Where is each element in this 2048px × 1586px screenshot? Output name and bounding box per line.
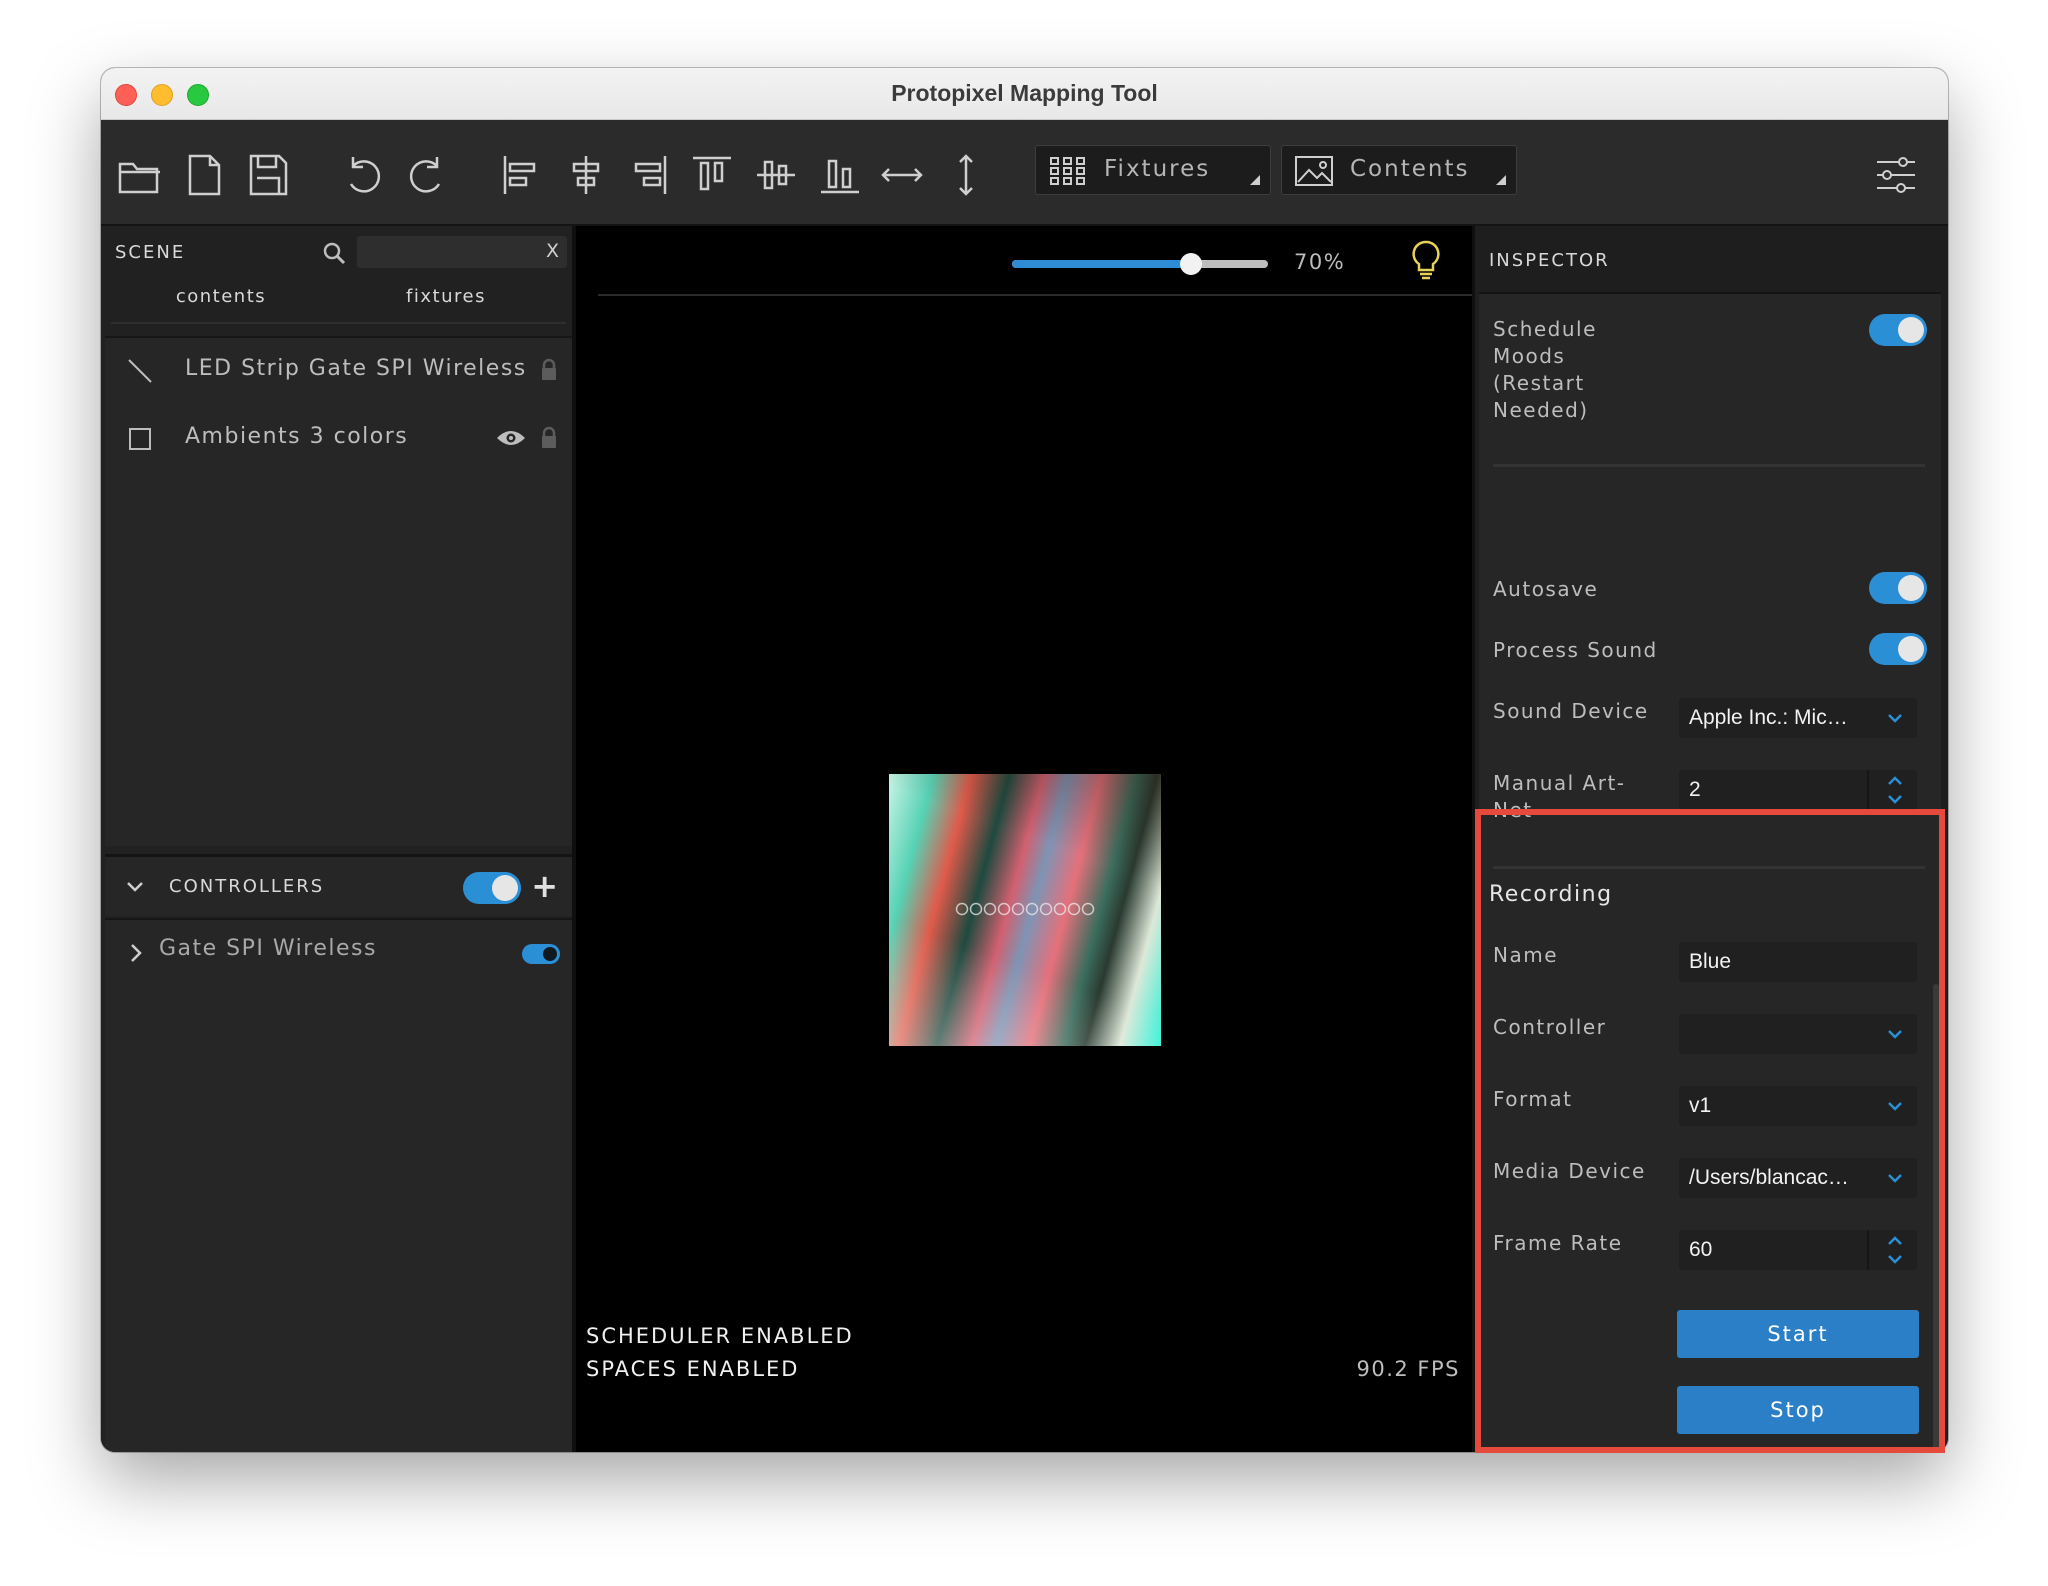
controllers-toggle[interactable] <box>463 872 521 904</box>
manual-artnet-value: 2 <box>1689 778 1701 801</box>
scene-search-input[interactable]: X <box>357 236 567 268</box>
clear-search-button[interactable]: X <box>546 240 559 262</box>
distribute-horizontal-icon[interactable] <box>877 150 927 200</box>
manual-artnet-stepper[interactable]: 2 <box>1679 770 1917 810</box>
dropdown-corner-icon <box>1496 175 1506 185</box>
chevron-right-icon[interactable] <box>127 942 145 964</box>
undo-icon[interactable] <box>339 150 389 200</box>
zoom-slider[interactable] <box>1012 253 1268 275</box>
line-icon <box>127 358 153 384</box>
tab-fixtures[interactable]: fixtures <box>336 286 556 307</box>
controllers-title: CONTROLLERS <box>169 876 325 897</box>
align-right-icon[interactable] <box>623 150 673 200</box>
stepper-arrows-icon[interactable] <box>1887 774 1903 806</box>
fixtures-label: Fixtures <box>1104 156 1211 182</box>
lightbulb-icon[interactable] <box>1410 240 1442 282</box>
autosave-label: Autosave <box>1493 577 1599 601</box>
list-item[interactable]: Gate SPI Wireless <box>105 920 572 984</box>
list-item[interactable]: Ambients 3 colors <box>105 406 572 470</box>
align-left-icon[interactable] <box>497 150 547 200</box>
controller-toggle[interactable] <box>522 944 560 964</box>
controllers-header: CONTROLLERS + <box>105 854 572 916</box>
fixtures-dropdown[interactable]: Fixtures <box>1035 145 1271 195</box>
controller-label: Gate SPI Wireless <box>159 936 377 961</box>
settings-sliders-icon[interactable] <box>1871 150 1921 200</box>
scene-panel: SCENE X contents fixtures LED Strip Gate… <box>101 226 576 1452</box>
align-center-h-icon[interactable] <box>561 150 611 200</box>
sound-device-select[interactable]: Apple Inc.: Mic… <box>1679 698 1917 738</box>
square-icon <box>127 426 153 452</box>
scene-title: SCENE <box>115 242 186 263</box>
title-bar: Protopixel Mapping Tool <box>101 68 1948 120</box>
schedule-moods-toggle[interactable] <box>1869 314 1927 346</box>
content-preview[interactable] <box>889 774 1161 1046</box>
chevron-down-icon[interactable] <box>125 877 145 897</box>
canvas-divider <box>598 294 1472 296</box>
tab-contents[interactable]: contents <box>111 286 331 307</box>
contents-dropdown[interactable]: Contents <box>1281 145 1517 195</box>
add-controller-button[interactable]: + <box>531 867 558 905</box>
contents-label: Contents <box>1350 156 1470 182</box>
scene-list: LED Strip Gate SPI Wireless Ambients 3 c… <box>105 336 572 846</box>
scheduler-status: SCHEDULER ENABLED <box>586 1324 854 1348</box>
sound-device-label: Sound Device <box>1493 699 1649 723</box>
canvas-viewport[interactable]: 70% SCHEDULER ENABLED SPACES ENABLED 90.… <box>576 226 1472 1452</box>
dropdown-corner-icon <box>1250 175 1260 185</box>
grid-icon <box>1048 154 1088 188</box>
scene-tabs: contents fixtures <box>111 278 566 324</box>
list-item-label: LED Strip Gate SPI Wireless <box>185 356 527 381</box>
image-icon <box>1294 154 1334 188</box>
autosave-toggle[interactable] <box>1869 572 1927 604</box>
zoom-label: 70% <box>1294 250 1346 274</box>
align-top-icon[interactable] <box>687 150 737 200</box>
new-file-icon[interactable] <box>179 150 229 200</box>
led-strip-fixture[interactable] <box>955 902 1095 916</box>
toolbar: Fixtures Contents <box>101 120 1948 226</box>
redo-icon[interactable] <box>401 150 451 200</box>
divider <box>1493 464 1925 467</box>
open-folder-icon[interactable] <box>115 150 165 200</box>
zoom-slider-handle[interactable] <box>1180 253 1203 275</box>
eye-icon[interactable] <box>496 428 526 448</box>
distribute-vertical-icon[interactable] <box>941 150 991 200</box>
align-center-v-icon[interactable] <box>751 150 801 200</box>
list-item[interactable]: LED Strip Gate SPI Wireless <box>105 338 572 402</box>
save-icon[interactable] <box>243 150 293 200</box>
window-title: Protopixel Mapping Tool <box>891 80 1158 106</box>
process-sound-label: Process Sound <box>1493 638 1658 662</box>
controllers-list: Gate SPI Wireless <box>105 918 572 1452</box>
spaces-status: SPACES ENABLED <box>586 1357 800 1381</box>
schedule-moods-label: Schedule Moods (Restart Needed) <box>1493 317 1597 422</box>
lock-icon[interactable] <box>540 358 558 382</box>
inspector-title: INSPECTOR <box>1489 250 1610 271</box>
zoom-slider-fill <box>1012 260 1192 268</box>
process-sound-toggle[interactable] <box>1869 633 1927 665</box>
lock-icon[interactable] <box>540 426 558 450</box>
fps-counter: 90.2 FPS <box>1356 1357 1460 1381</box>
list-item-label: Ambients 3 colors <box>185 424 409 449</box>
recording-section-highlight <box>1475 809 1945 1453</box>
align-bottom-icon[interactable] <box>815 150 865 200</box>
sound-device-value: Apple Inc.: Mic… <box>1689 706 1848 729</box>
search-icon <box>321 240 347 266</box>
chevron-down-icon <box>1888 714 1902 723</box>
